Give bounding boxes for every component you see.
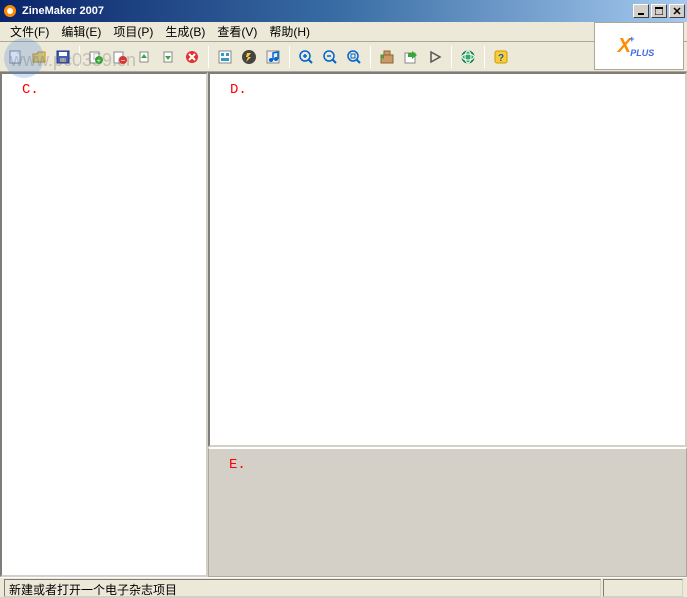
- properties-panel[interactable]: E.: [208, 447, 687, 577]
- menu-project[interactable]: 项目(P): [107, 21, 159, 42]
- right-container: D. E.: [208, 72, 687, 577]
- flash-button[interactable]: [238, 46, 260, 68]
- svg-text:−: −: [121, 56, 126, 65]
- svg-text:?: ?: [498, 53, 504, 64]
- window-controls: [633, 4, 685, 18]
- minimize-button[interactable]: [633, 4, 649, 18]
- logo-sub: PLUS: [630, 48, 654, 58]
- status-right: [603, 579, 683, 597]
- toolbar: + − ? B.: [0, 42, 687, 72]
- page-down-button[interactable]: [157, 46, 179, 68]
- close-button[interactable]: [669, 4, 685, 18]
- page-add-button[interactable]: +: [85, 46, 107, 68]
- menu-file[interactable]: 文件(F): [4, 21, 55, 42]
- new-button[interactable]: [4, 46, 26, 68]
- annotation-d: D.: [230, 82, 247, 98]
- play-button[interactable]: [424, 46, 446, 68]
- save-button[interactable]: [52, 46, 74, 68]
- page-up-button[interactable]: [133, 46, 155, 68]
- help-button[interactable]: ?: [490, 46, 512, 68]
- page-delete-button[interactable]: −: [109, 46, 131, 68]
- web-button[interactable]: [457, 46, 479, 68]
- menu-help[interactable]: 帮助(H): [263, 21, 316, 42]
- export-button[interactable]: [400, 46, 422, 68]
- statusbar: 新建或者打开一个电子杂志项目: [0, 577, 687, 597]
- menu-build[interactable]: 生成(B): [159, 21, 211, 42]
- left-panel[interactable]: C.: [0, 72, 208, 577]
- build-button[interactable]: [376, 46, 398, 68]
- app-icon: [2, 3, 18, 19]
- main-area: C. D. E.: [0, 72, 687, 577]
- menu-view[interactable]: 查看(V): [211, 21, 263, 42]
- music-button[interactable]: [262, 46, 284, 68]
- logo-plus: +: [629, 34, 634, 44]
- menu-edit[interactable]: 编辑(E): [55, 21, 107, 42]
- zoom-out-button[interactable]: [319, 46, 341, 68]
- svg-text:+: +: [97, 56, 102, 65]
- status-text: 新建或者打开一个电子杂志项目: [4, 579, 601, 597]
- logo: X+PLUS: [594, 22, 684, 70]
- menubar: 文件(F) 编辑(E) 项目(P) 生成(B) 查看(V) 帮助(H) A.: [0, 22, 687, 42]
- zoom-in-button[interactable]: [295, 46, 317, 68]
- template-button[interactable]: [214, 46, 236, 68]
- open-button[interactable]: [28, 46, 50, 68]
- zoom-fit-button[interactable]: [343, 46, 365, 68]
- titlebar: ZineMaker 2007: [0, 0, 687, 22]
- window-title: ZineMaker 2007: [22, 5, 633, 17]
- maximize-button[interactable]: [651, 4, 667, 18]
- annotation-c: C.: [22, 82, 39, 98]
- preview-panel[interactable]: D.: [208, 72, 687, 447]
- annotation-e: E.: [229, 457, 246, 473]
- cancel-button[interactable]: [181, 46, 203, 68]
